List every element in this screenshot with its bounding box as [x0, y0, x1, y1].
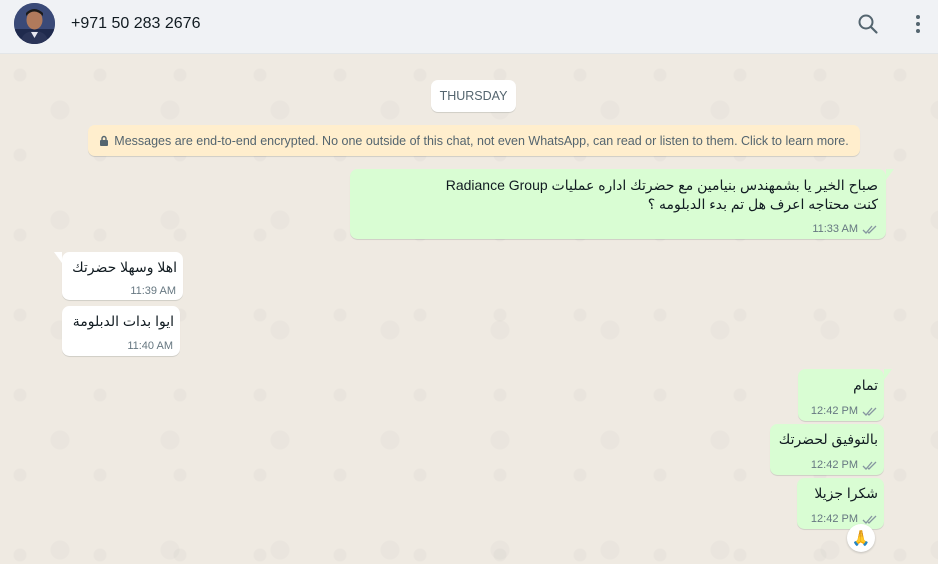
reaction-emoji[interactable]: 🙏: [847, 524, 875, 552]
date-chip: THURSDAY: [431, 80, 516, 112]
message-time: 12:42 PM: [810, 405, 858, 417]
menu-icon[interactable]: [906, 12, 930, 36]
read-receipt-icon: [862, 515, 877, 524]
bubble-tail: [884, 369, 892, 380]
lock-icon: [99, 135, 109, 146]
read-receipt-icon: [862, 225, 877, 234]
message-text: شكرا جزيلا: [814, 485, 878, 501]
message-bubble-outgoing[interactable]: تمام 12:42 PM: [798, 369, 892, 421]
message-text: بالتوفيق لحضرتك: [778, 431, 878, 447]
encryption-notice[interactable]: Messages are end-to-end encrypted. No on…: [88, 125, 860, 156]
message-bubble-outgoing[interactable]: صباح الخير يا بشمهندس بنيامين مع حضرتك ا…: [350, 169, 894, 239]
message-time: 12:42 PM: [810, 513, 858, 525]
bubble-tail: [54, 252, 62, 263]
message-bubble-outgoing[interactable]: بالتوفيق لحضرتك 12:42 PM: [770, 424, 884, 475]
read-receipt-icon: [862, 407, 877, 416]
message-list[interactable]: THURSDAY Messages are end-to-end encrypt…: [0, 55, 938, 564]
message-text: اهلا وسهلا حضرتك: [72, 259, 177, 275]
message-bubble-incoming[interactable]: ايوا بدات الدبلومة 11:40 AM: [62, 306, 180, 356]
encryption-text: Messages are end-to-end encrypted. No on…: [114, 133, 849, 148]
message-text: تمام: [853, 377, 878, 393]
message-text: ايوا بدات الدبلومة: [72, 313, 174, 329]
message-time: 11:33 AM: [812, 223, 858, 235]
message-text: كنت محتاجه اعرف هل تم بدء الدبلومه ؟: [647, 196, 878, 212]
chat-header: +971 50 283 2676: [0, 0, 938, 54]
bubble-tail: [886, 169, 894, 180]
contact-avatar[interactable]: [14, 3, 55, 44]
message-bubble-incoming[interactable]: اهلا وسهلا حضرتك 11:39 AM: [54, 252, 183, 300]
message-time: 11:39 AM: [130, 285, 176, 297]
read-receipt-icon: [862, 461, 877, 470]
search-icon[interactable]: [856, 12, 880, 36]
message-time: 12:42 PM: [810, 459, 858, 471]
message-bubble-outgoing[interactable]: شكرا جزيلا 12:42 PM: [797, 478, 884, 529]
message-time: 11:40 AM: [127, 340, 173, 352]
message-text: صباح الخير يا بشمهندس بنيامين مع حضرتك ا…: [445, 177, 878, 193]
contact-name[interactable]: +971 50 283 2676: [71, 15, 200, 33]
